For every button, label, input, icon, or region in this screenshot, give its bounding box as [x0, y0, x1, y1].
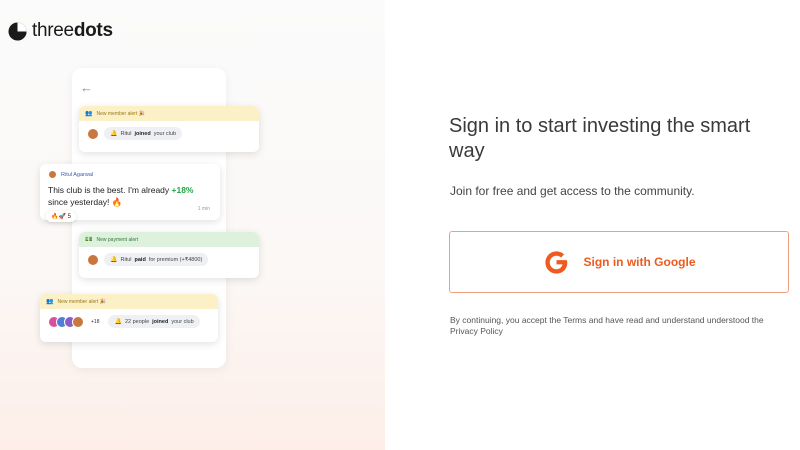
- payment-alert-header: 💵 New payment alert: [79, 232, 259, 247]
- people-icon: 👥: [85, 111, 93, 117]
- signin-panel: [385, 0, 800, 450]
- chat-timestamp: 1 min: [197, 206, 210, 212]
- people-icon: 👥: [46, 299, 54, 305]
- chat-author: Ritul Agarwal: [48, 170, 93, 179]
- page-title: Sign in to start investing the smart way: [449, 115, 751, 162]
- group-member-alert-card: 👥 New member alert 🎉 +18 🔔 22 people joi…: [40, 294, 218, 342]
- back-arrow-icon: ←: [80, 80, 93, 95]
- chat-message: This club is the best. I'm already +18% …: [48, 185, 194, 207]
- avatar: [48, 170, 57, 179]
- bell-icon: 🔔: [110, 257, 118, 263]
- money-icon: 💵: [85, 237, 93, 243]
- more-count: +18: [91, 318, 100, 325]
- member-alert-header: 👥 New member alert 🎉: [79, 106, 259, 121]
- page-subtitle: Join for free and get access to the comm…: [450, 184, 695, 198]
- avatar: [87, 253, 99, 266]
- notification-pill: 🔔 Ritul joined your club: [104, 127, 183, 140]
- avatar: [72, 315, 84, 328]
- threedots-logo-icon: [8, 21, 27, 41]
- bell-icon: 🔔: [110, 131, 118, 137]
- notification-pill: 🔔 22 people joined your club: [108, 315, 200, 328]
- google-icon: [544, 250, 567, 274]
- notification-pill: 🔔 Ritul paid for premium (+₹4800): [104, 253, 209, 266]
- illustration-panel: threedots ← 👥 New member alert 🎉 🔔 Ritul…: [0, 0, 385, 450]
- avatar-stack: [48, 315, 84, 328]
- member-alert-card: 👥 New member alert 🎉 🔔 Ritul joined your…: [79, 106, 259, 152]
- payment-alert-card: 💵 New payment alert 🔔 Ritul paid for pre…: [79, 232, 259, 278]
- google-signin-label: Sign in with Google: [583, 255, 696, 269]
- avatar: [87, 127, 99, 140]
- member-alert-header: 👥 New member alert 🎉: [40, 294, 218, 309]
- reactions-badge: 🔥🚀 5: [46, 211, 76, 222]
- terms-text: By continuing, you accept the Terms and …: [450, 315, 764, 336]
- bell-icon: 🔔: [114, 319, 122, 325]
- google-signin-button[interactable]: Sign in with Google: [449, 231, 789, 293]
- brand-name: threedots: [32, 20, 113, 41]
- brand-logo: threedots: [8, 20, 113, 42]
